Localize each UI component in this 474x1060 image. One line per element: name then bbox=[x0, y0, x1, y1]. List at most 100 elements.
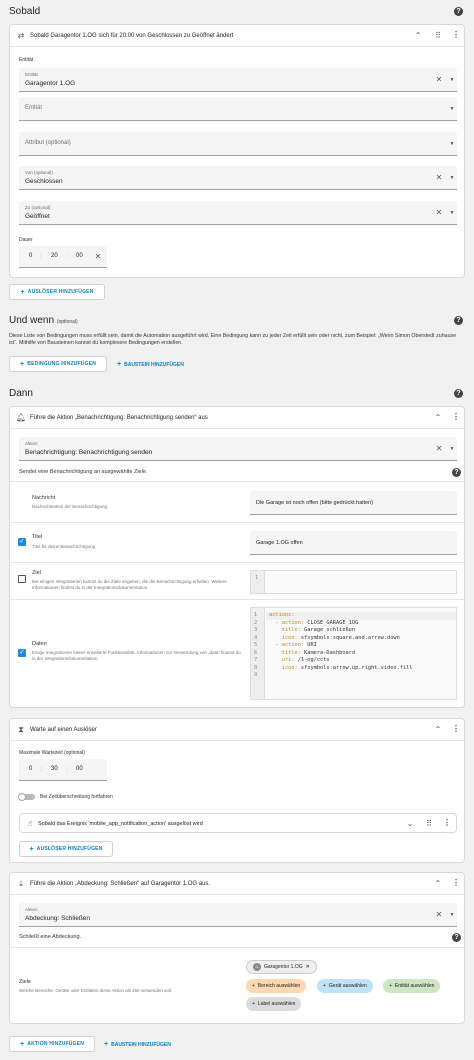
action-card-header[interactable]: ⤓ Führe die Aktion „Abdeckung: Schließen… bbox=[10, 873, 464, 895]
line-text: - action: URI bbox=[269, 642, 317, 648]
action-card-header[interactable]: ⧗ Warte auf einen Auslöser ⌃ ⋮ bbox=[10, 719, 464, 741]
from-value: Geschlossen bbox=[25, 178, 63, 185]
add-trigger-button[interactable]: + AUSLÖSER HINZUFÜGEN bbox=[9, 284, 105, 300]
dropdown-arrow-icon[interactable]: ▼ bbox=[448, 911, 456, 919]
help-icon[interactable]: ? bbox=[454, 316, 463, 325]
dropdown-arrow-icon[interactable]: ▼ bbox=[448, 209, 456, 217]
title-input[interactable]: Garage 1.OG offen bbox=[250, 531, 457, 555]
dropdown-arrow-icon[interactable]: ▼ bbox=[448, 445, 456, 453]
timeout-hours[interactable]: 0 bbox=[29, 766, 32, 772]
help-icon[interactable]: ? bbox=[454, 7, 463, 16]
to-label: Zu (optional) bbox=[25, 205, 51, 210]
data-checkbox[interactable]: ✓ bbox=[18, 649, 26, 657]
continue-toggle[interactable] bbox=[18, 793, 35, 801]
select-device-button[interactable]: + Gerät auswählen bbox=[317, 979, 373, 993]
event-icon: ☝︎ bbox=[27, 819, 33, 828]
action-card-notify: 🔔︎ Führe die Aktion „Benachrichtigung: B… bbox=[9, 406, 465, 708]
add-condition-button[interactable]: + BEDINGUNG HINZUFÜGEN bbox=[9, 356, 107, 372]
yaml-lines: 1 actions: 2 - action: CLOSE_GARAGE_1OG 3 t… bbox=[251, 612, 456, 680]
drag-handle-icon[interactable]: ⠿ bbox=[425, 820, 433, 828]
action-select[interactable]: Aktion Benachrichtigung: Benachrichtigun… bbox=[19, 437, 457, 461]
remove-icon[interactable]: ✕ bbox=[306, 964, 310, 970]
drag-handle-icon[interactable]: ⠿ bbox=[434, 32, 442, 40]
chevron-up-icon[interactable]: ⌃ bbox=[414, 32, 422, 40]
action-card-header[interactable]: 🔔︎ Führe die Aktion „Benachrichtigung: B… bbox=[10, 407, 464, 429]
target-yaml-editor[interactable]: 1 bbox=[250, 570, 457, 594]
clear-icon[interactable]: ✕ bbox=[435, 174, 443, 182]
duration-sep: : bbox=[40, 253, 42, 260]
select-entity-button[interactable]: + Entität auswählen bbox=[383, 979, 441, 993]
select-device-label: Gerät auswählen bbox=[328, 983, 367, 989]
title-value: Garage 1.OG offen bbox=[256, 540, 303, 546]
selected-entity-chip[interactable]: ⌂ Garagentor 1.OG ✕ bbox=[246, 960, 317, 974]
target-checkbox[interactable] bbox=[18, 575, 26, 583]
timeout-input[interactable]: 0 : 30 : 00 bbox=[19, 759, 107, 781]
entity-select[interactable]: Entität Garagentor 1.OG ✕ ▼ bbox=[19, 68, 457, 92]
dropdown-arrow-icon[interactable]: ▼ bbox=[448, 76, 456, 84]
more-menu-icon[interactable]: ⋮ bbox=[452, 31, 460, 39]
duration-hours[interactable]: 0 bbox=[29, 253, 32, 259]
plus-icon: + bbox=[29, 845, 34, 853]
add-block-button[interactable]: + BAUSTEIN HINZUFÜGEN bbox=[104, 1041, 171, 1048]
help-icon[interactable]: ? bbox=[454, 389, 463, 398]
chevron-up-icon[interactable]: ⌃ bbox=[434, 880, 442, 888]
nested-trigger-card[interactable]: ☝︎ Sobald das Ereignis 'mobile_app_notif… bbox=[19, 813, 457, 833]
add-action-label: AKTION HINZUFÜGEN bbox=[27, 1041, 85, 1047]
duration-minutes[interactable]: 20 bbox=[51, 253, 58, 259]
duration-seconds[interactable]: 00 bbox=[76, 253, 83, 259]
add-action-button[interactable]: + AKTION HINZUFÜGEN bbox=[9, 1036, 95, 1052]
attribute-select[interactable]: Attribut (optional) ▼ bbox=[19, 132, 457, 156]
clear-icon[interactable]: ✕ bbox=[94, 253, 102, 261]
divider bbox=[10, 599, 464, 600]
to-value: Geöffnet bbox=[25, 213, 50, 220]
line-number: 6 bbox=[254, 649, 258, 656]
plus-icon: + bbox=[19, 360, 25, 368]
title-checkbox[interactable]: ✓ bbox=[18, 538, 26, 546]
entity-section-label: Entität bbox=[19, 57, 34, 63]
hourglass-icon: ⧗ bbox=[18, 725, 24, 734]
select-label-button[interactable]: + Label auswählen bbox=[246, 997, 302, 1011]
data-yaml-editor[interactable]: 1 actions: 2 - action: CLOSE_GARAGE_1OG 3 t… bbox=[250, 607, 457, 700]
duration-sep: : bbox=[66, 253, 68, 260]
clear-icon[interactable]: ✕ bbox=[435, 76, 443, 84]
dropdown-arrow-icon[interactable]: ▼ bbox=[448, 105, 456, 113]
help-icon[interactable]: ? bbox=[452, 933, 461, 942]
action-value: Abdeckung: Schließen bbox=[25, 915, 91, 922]
divider bbox=[10, 481, 464, 482]
help-icon[interactable]: ? bbox=[452, 468, 461, 477]
clear-icon[interactable]: ✕ bbox=[435, 445, 443, 453]
message-input[interactable]: Die Garage ist noch offen (bitte gedrück… bbox=[250, 491, 457, 515]
more-menu-icon[interactable]: ⋮ bbox=[452, 725, 460, 733]
add-block-button[interactable]: + BAUSTEIN HINZUFÜGEN bbox=[117, 361, 184, 368]
trigger-card-header[interactable]: ⇄ Sobald Garagentor 1.OG sich für 20:00 … bbox=[10, 25, 464, 47]
targets-label: Ziele bbox=[19, 979, 31, 985]
line-text: actions: bbox=[269, 612, 295, 618]
selected-entity-label: Garagentor 1.OG bbox=[264, 964, 303, 970]
timeout-seconds[interactable]: 00 bbox=[76, 766, 83, 772]
more-menu-icon[interactable]: ⋮ bbox=[452, 413, 460, 421]
add-condition-label: BEDINGUNG HINZUFÜGEN bbox=[27, 361, 97, 367]
add-trigger-button[interactable]: + AUSLÖSER HINZUFÜGEN bbox=[19, 841, 113, 857]
title-label: Titel bbox=[32, 534, 43, 540]
line-number: 5 bbox=[254, 642, 258, 648]
more-menu-icon[interactable]: ⋮ bbox=[443, 819, 451, 827]
clear-icon[interactable]: ✕ bbox=[435, 911, 443, 919]
timeout-minutes[interactable]: 30 bbox=[51, 766, 58, 772]
from-state-select[interactable]: Von (optional) Geschlossen ✕ ▼ bbox=[19, 166, 457, 190]
chevron-up-icon[interactable]: ⌃ bbox=[434, 726, 442, 734]
chevron-down-icon[interactable]: ⌄ bbox=[406, 820, 414, 828]
to-state-select[interactable]: Zu (optional) Geöffnet ✕ ▼ bbox=[19, 201, 457, 225]
message-hint: Nachrichtentext der Benachrichtigung bbox=[32, 504, 108, 509]
select-area-button[interactable]: + Bereich auswählen bbox=[246, 979, 307, 993]
section-title-sobald: Sobald bbox=[9, 6, 41, 17]
action-select[interactable]: Aktion Abdeckung: Schließen ✕ ▼ bbox=[19, 903, 457, 927]
dropdown-arrow-icon[interactable]: ▼ bbox=[448, 174, 456, 182]
dropdown-arrow-icon[interactable]: ▼ bbox=[448, 140, 456, 148]
entity-select-empty[interactable]: Entität ▼ bbox=[19, 97, 457, 121]
duration-input[interactable]: 0 : 20 : 00 ✕ bbox=[19, 246, 107, 268]
clear-icon[interactable]: ✕ bbox=[435, 209, 443, 217]
chevron-up-icon[interactable]: ⌃ bbox=[434, 414, 442, 422]
targets-hint: Welche Bereiche, Geräte oder Entitäten d… bbox=[19, 988, 172, 993]
cover-close-icon: ⤓ bbox=[19, 879, 23, 888]
more-menu-icon[interactable]: ⋮ bbox=[452, 879, 460, 887]
